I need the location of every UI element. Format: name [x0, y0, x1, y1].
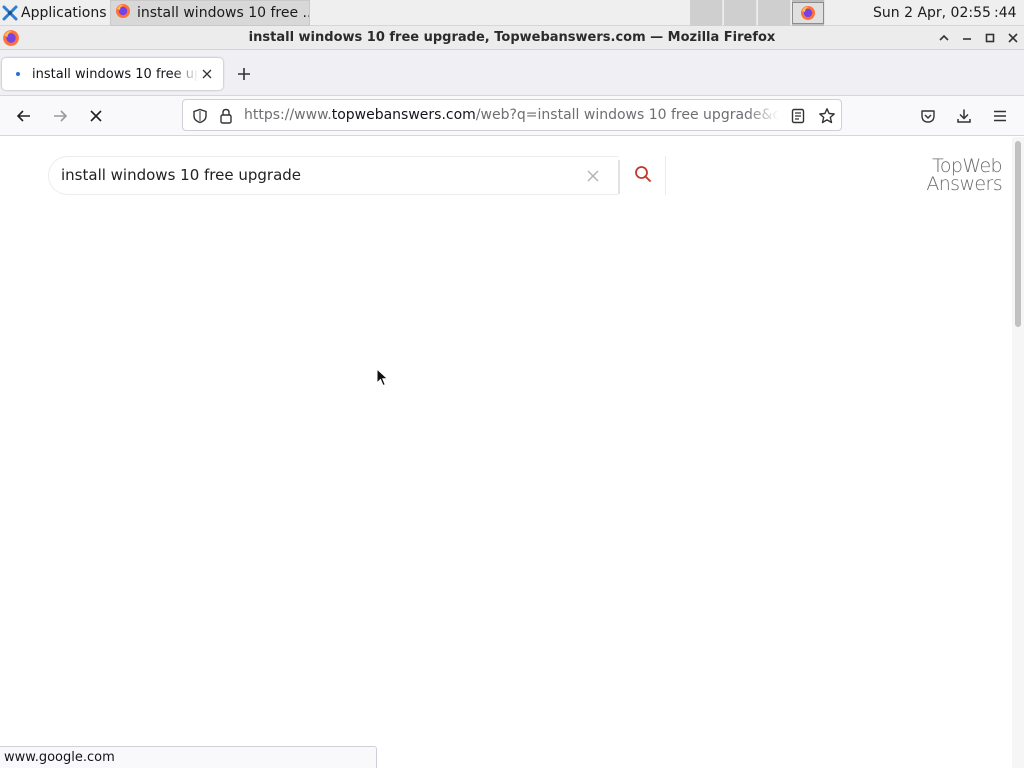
tab-close-icon[interactable]	[199, 66, 215, 82]
workspace-3[interactable]	[758, 0, 791, 26]
window-shade-icon[interactable]	[934, 28, 954, 48]
workspace-2[interactable]	[724, 0, 757, 26]
reader-view-icon[interactable]	[789, 107, 807, 125]
applications-menu[interactable]: Applications ⋮	[0, 0, 128, 26]
workspace-1[interactable]	[690, 0, 723, 26]
back-arrow-icon[interactable]	[8, 100, 40, 132]
tracking-shield-icon[interactable]	[191, 107, 209, 125]
hamburger-menu-icon[interactable]	[984, 100, 1016, 132]
firefox-icon	[115, 3, 131, 23]
url-host: topwebanswers.com	[331, 107, 476, 123]
panel-clock[interactable]: Sun 2 Apr, 02:55	[873, 0, 991, 26]
url-path: /web?q=install windows 10 free upgrade&c	[475, 107, 779, 123]
window-title: install windows 10 free upgrade, Topweba…	[248, 30, 776, 45]
mouse-cursor-icon	[376, 367, 390, 388]
scrollbar-thumb[interactable]	[1015, 141, 1021, 327]
tab-active[interactable]: install windows 10 free upgrade, Topweba…	[2, 58, 223, 90]
brand-logo-line-2: Answers	[926, 173, 1002, 195]
page-scrollbar[interactable]	[1012, 137, 1024, 768]
clear-search-icon[interactable]	[583, 166, 603, 186]
url-text[interactable]: https://www.topwebanswers.com/web?q=inst…	[244, 100, 779, 130]
brand-logo[interactable]: TopWeb Answers	[922, 157, 1002, 195]
desktop-panel: Applications ⋮ install windows 10 free .…	[0, 0, 1024, 26]
link-status-tooltip: www.google.com	[0, 746, 377, 768]
workspace-4[interactable]	[792, 0, 825, 26]
url-prefix: https://www.	[244, 107, 332, 123]
window-minimize-icon[interactable]	[957, 28, 977, 48]
applications-menu-label: Applications	[21, 4, 107, 21]
window-close-icon[interactable]	[1003, 28, 1023, 48]
taskbar-window-label: install windows 10 free ...	[137, 5, 309, 21]
search-submit-button[interactable]	[620, 156, 666, 195]
search-box	[48, 156, 618, 195]
window-titlebar[interactable]: install windows 10 free upgrade, Topweba…	[0, 26, 1024, 50]
window-maximize-icon[interactable]	[980, 28, 1000, 48]
stop-loading-icon[interactable]	[80, 100, 112, 132]
new-tab-icon[interactable]	[232, 62, 256, 86]
xfce-logo-icon	[2, 5, 18, 21]
bookmark-star-icon[interactable]	[817, 106, 837, 126]
taskbar-window-button[interactable]: install windows 10 free ...	[110, 0, 310, 26]
tab-favicon-icon	[10, 66, 26, 82]
tab-label: install windows 10 free upgrade, Topweba…	[32, 66, 198, 82]
search-input[interactable]	[61, 157, 571, 194]
forward-arrow-icon[interactable]	[44, 100, 76, 132]
url-bar[interactable]: https://www.topwebanswers.com/web?q=inst…	[182, 99, 842, 131]
lock-icon[interactable]	[218, 107, 234, 125]
tab-strip: install windows 10 free upgrade, Topweba…	[0, 50, 1024, 96]
page-content: TopWeb Answers	[0, 137, 1012, 768]
panel-clock-seconds: :44	[994, 5, 1017, 21]
navigation-toolbar: https://www.topwebanswers.com/web?q=inst…	[0, 96, 1024, 136]
pocket-icon[interactable]	[912, 100, 944, 132]
firefox-icon	[792, 2, 824, 24]
search-icon	[634, 165, 652, 187]
download-icon[interactable]	[948, 100, 980, 132]
